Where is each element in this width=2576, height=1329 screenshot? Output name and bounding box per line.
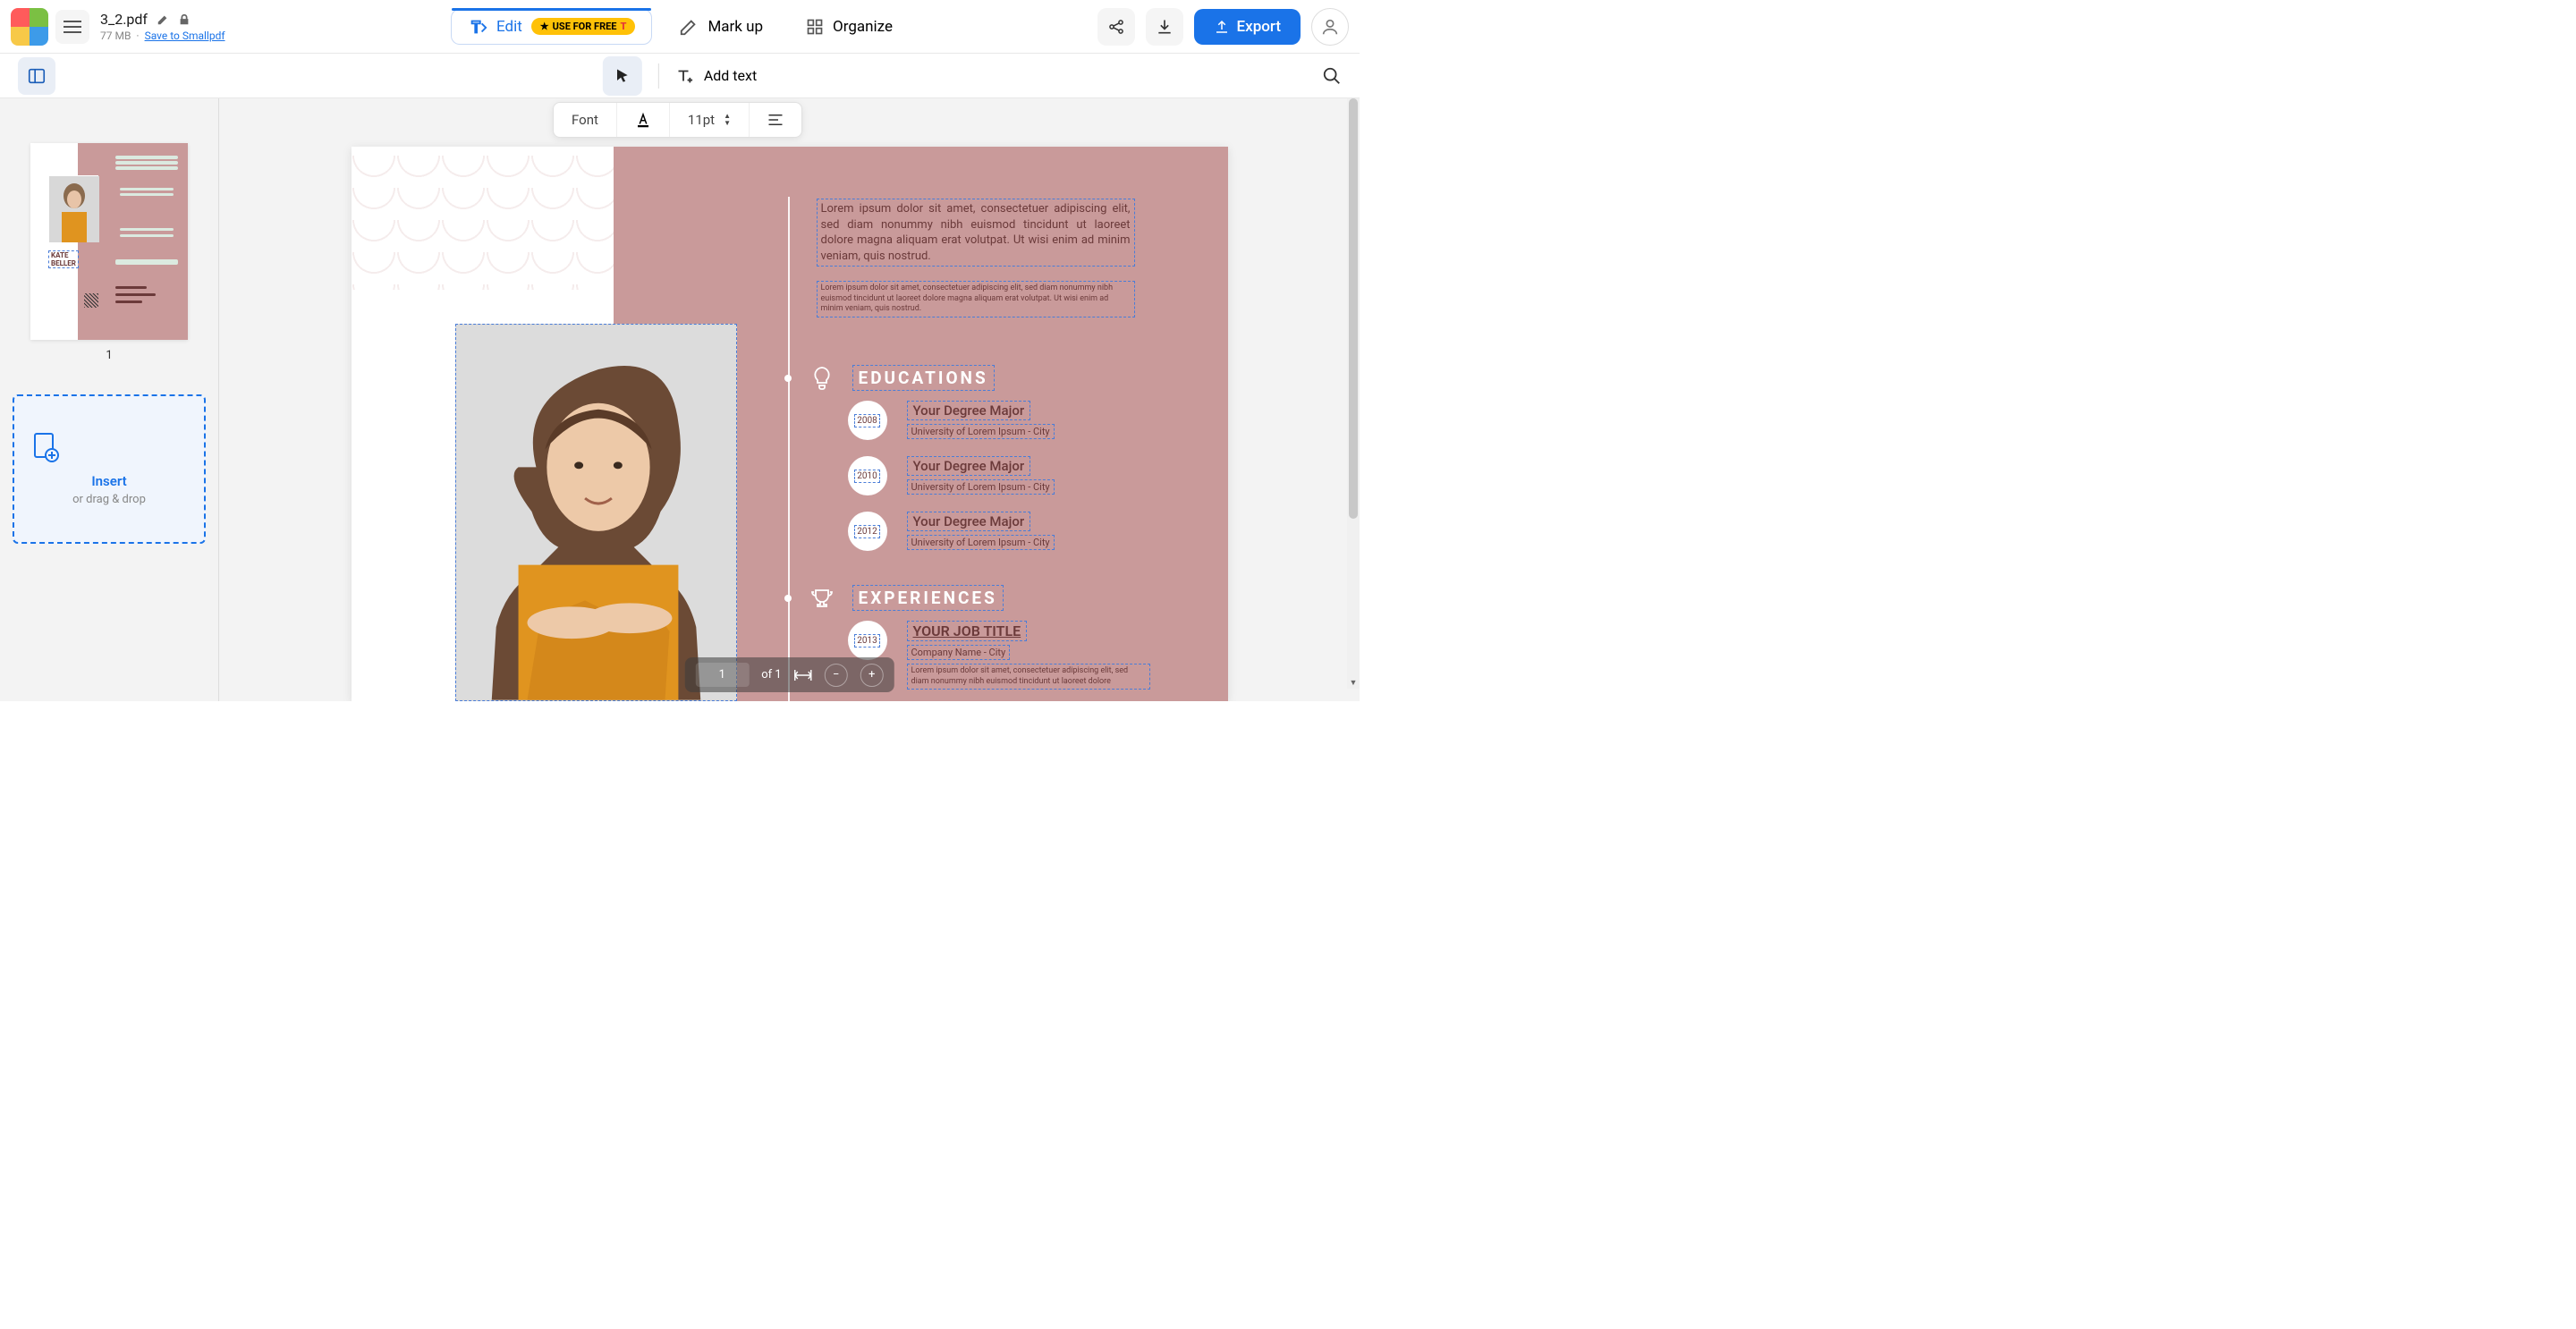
insert-dropzone[interactable]: Insert or drag & drop xyxy=(13,394,206,544)
educations-title[interactable]: EDUCATIONS xyxy=(852,365,995,391)
share-button[interactable] xyxy=(1097,8,1135,46)
hamburger-menu[interactable] xyxy=(55,10,89,44)
page-navigator: of 1 − + xyxy=(684,657,894,692)
align-button[interactable] xyxy=(750,105,801,135)
canvas[interactable]: Lorem ipsum dolor sit amet, consectetuer… xyxy=(219,98,1360,701)
sub-toolbar: Add text xyxy=(0,54,1360,98)
download-icon xyxy=(1156,18,1174,36)
edu-item-1[interactable]: 2008 Your Degree Major University of Lor… xyxy=(848,401,1055,440)
add-text-label: Add text xyxy=(704,67,757,84)
exp-title-1[interactable]: YOUR JOB TITLE xyxy=(907,621,1028,641)
use-free-badge: ★USE FOR FREE T xyxy=(531,18,636,35)
edu-item-2[interactable]: 2010 Your Degree Major University of Lor… xyxy=(848,456,1055,495)
edu-degree-3[interactable]: Your Degree Major xyxy=(907,512,1031,531)
page-total: of 1 xyxy=(761,668,781,681)
export-label: Export xyxy=(1237,18,1281,36)
zoom-in-button[interactable]: + xyxy=(860,664,884,687)
menu-icon xyxy=(64,21,81,33)
exp-company-1[interactable]: Company Name - City xyxy=(907,645,1011,660)
page-thumbnail[interactable]: KATE BELLER xyxy=(30,143,188,340)
file-size: 77 MB xyxy=(100,30,131,42)
tab-edit-label: Edit xyxy=(496,18,522,36)
cursor-tool[interactable] xyxy=(603,56,642,96)
header-actions: Export xyxy=(1097,8,1349,46)
photo-field[interactable] xyxy=(455,324,737,701)
page-input[interactable] xyxy=(695,663,749,687)
edu-degree-1[interactable]: Your Degree Major xyxy=(907,401,1031,420)
edu-year-1[interactable]: 2008 xyxy=(848,401,887,440)
experiences-section: EXPERIENCES xyxy=(784,585,1004,611)
search-button[interactable] xyxy=(1322,66,1342,86)
text-edit-icon xyxy=(468,17,487,37)
lightbulb-icon xyxy=(809,366,835,391)
export-button[interactable]: Export xyxy=(1194,9,1301,45)
panel-toggle[interactable] xyxy=(18,57,55,95)
divider xyxy=(658,63,659,89)
edu-uni-3[interactable]: University of Lorem Ipsum - City xyxy=(907,535,1055,550)
share-icon xyxy=(1107,18,1125,36)
edu-item-3[interactable]: 2012 Your Degree Major University of Lor… xyxy=(848,512,1055,551)
font-dropdown[interactable]: Font xyxy=(554,103,617,137)
font-color[interactable] xyxy=(617,103,670,137)
user-icon xyxy=(1320,17,1340,37)
fit-width-button[interactable] xyxy=(794,669,812,681)
insert-page-icon xyxy=(32,432,186,462)
thumbnail-panel: KATE BELLER 1 Insert or drag & drop xyxy=(0,98,219,701)
insert-label: Insert xyxy=(32,473,186,489)
edu-uni-1[interactable]: University of Lorem Ipsum - City xyxy=(907,424,1055,439)
text-add-icon xyxy=(675,66,695,86)
edu-uni-2[interactable]: University of Lorem Ipsum - City xyxy=(907,479,1055,495)
lock-icon[interactable] xyxy=(178,13,191,26)
tab-organize-label: Organize xyxy=(833,18,893,36)
exp-desc-1[interactable]: Lorem ipsum dolor sit amet, consectetuer… xyxy=(907,664,1150,690)
save-link[interactable]: Save to Smallpdf xyxy=(145,30,225,42)
vertical-scrollbar[interactable]: ▼ xyxy=(1347,98,1360,689)
intro-text-1[interactable]: Lorem ipsum dolor sit amet, consectetuer… xyxy=(817,199,1135,267)
file-info: 3_2.pdf 77 MB · Save to Smallpdf xyxy=(100,11,225,42)
size-spinner[interactable]: ▲▼ xyxy=(724,113,731,127)
font-size[interactable]: 11pt ▲▼ xyxy=(670,103,750,137)
tab-markup-label: Mark up xyxy=(708,18,763,36)
edit-icon[interactable] xyxy=(157,13,169,26)
pdf-page[interactable]: Lorem ipsum dolor sit amet, consectetuer… xyxy=(352,147,1228,701)
align-icon xyxy=(767,114,784,126)
sidebar-icon xyxy=(27,66,47,86)
pencil-icon xyxy=(679,17,699,37)
account-button[interactable] xyxy=(1311,8,1349,46)
app-logo[interactable] xyxy=(11,8,48,46)
tab-markup[interactable]: Mark up xyxy=(663,9,779,45)
person-photo xyxy=(456,325,736,700)
fit-width-icon xyxy=(794,669,812,681)
top-header: 3_2.pdf 77 MB · Save to Smallpdf Edit ★U… xyxy=(0,0,1360,54)
scroll-down-arrow[interactable]: ▼ xyxy=(1347,676,1360,689)
upload-icon xyxy=(1214,19,1230,35)
format-bar: Font 11pt ▲▼ xyxy=(553,102,802,138)
experiences-title[interactable]: EXPERIENCES xyxy=(852,585,1004,611)
tab-edit[interactable]: Edit ★USE FOR FREE T xyxy=(451,9,652,45)
zoom-out-button[interactable]: − xyxy=(825,664,848,687)
file-name: 3_2.pdf xyxy=(100,11,148,28)
edu-degree-2[interactable]: Your Degree Major xyxy=(907,456,1031,476)
edu-year-2[interactable]: 2010 xyxy=(848,456,887,495)
thumb-name: KATE BELLER xyxy=(48,250,79,268)
exp-year-1[interactable]: 2013 xyxy=(848,621,887,660)
trophy-icon xyxy=(809,586,835,611)
educations-section: EDUCATIONS xyxy=(784,365,995,391)
scroll-thumb[interactable] xyxy=(1349,98,1358,519)
download-button[interactable] xyxy=(1146,8,1183,46)
cursor-icon xyxy=(614,67,631,85)
insert-sub: or drag & drop xyxy=(32,493,186,506)
intro-text-2[interactable]: Lorem ipsum dolor sit amet, consectetuer… xyxy=(817,281,1135,317)
page-number: 1 xyxy=(13,349,206,362)
font-color-icon xyxy=(635,112,651,128)
search-icon xyxy=(1322,66,1342,86)
grid-icon xyxy=(806,18,824,36)
mode-tabs: Edit ★USE FOR FREE T Mark up Organize xyxy=(451,9,909,45)
add-text-tool[interactable]: Add text xyxy=(675,66,757,86)
edu-year-3[interactable]: 2012 xyxy=(848,512,887,551)
tab-organize[interactable]: Organize xyxy=(790,9,909,45)
